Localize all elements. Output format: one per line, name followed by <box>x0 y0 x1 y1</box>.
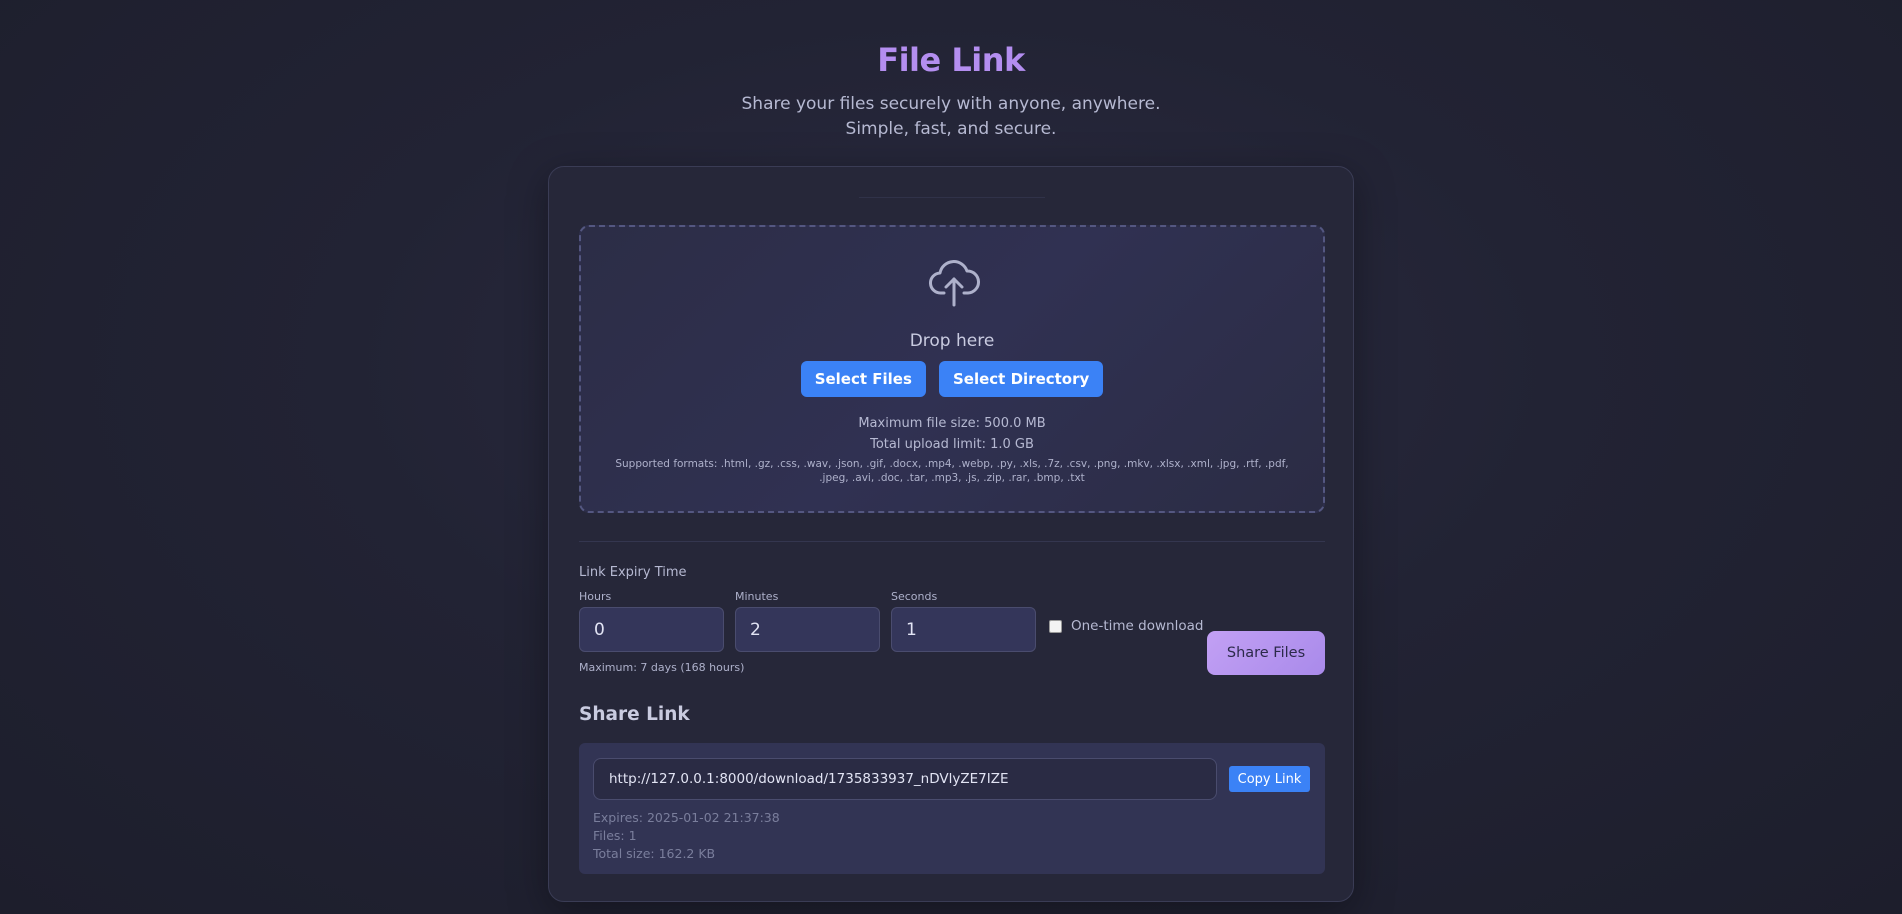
page-title: File Link <box>877 41 1025 79</box>
drop-label: Drop here <box>909 331 995 351</box>
page-header: File Link Share your files securely with… <box>0 38 1902 142</box>
total-upload-limit: Total upload limit: 1.0 GB <box>870 437 1034 452</box>
total-size-text: Total size: 162.2 KB <box>593 846 716 861</box>
share-link-heading: Share Link <box>579 704 690 725</box>
supported-formats: Supported formats: .html, .gz, .css, .wa… <box>615 458 1289 484</box>
share-link-box: Copy Link Expires: 2025-01-02 21:37:38 F… <box>579 743 1325 874</box>
section-divider <box>579 541 1325 542</box>
seconds-field-group: Seconds <box>891 590 1036 652</box>
share-link-input[interactable] <box>593 758 1217 800</box>
max-expiry-note: Maximum: 7 days (168 hours) <box>579 661 745 674</box>
minutes-label: Minutes <box>735 590 779 603</box>
expiry-title: Link Expiry Time <box>579 565 687 580</box>
one-time-download-option[interactable]: One-time download <box>1049 618 1203 634</box>
minutes-field-group: Minutes <box>735 590 880 652</box>
cloud-upload-icon <box>929 260 980 307</box>
hours-field-group: Hours <box>579 590 724 652</box>
share-files-button[interactable]: Share Files <box>1207 631 1325 675</box>
expires-text: Expires: 2025-01-02 21:37:38 <box>593 810 780 825</box>
hours-input[interactable] <box>579 607 724 652</box>
card-divider-top <box>859 197 1045 198</box>
copy-link-button[interactable]: Copy Link <box>1229 766 1310 792</box>
files-count-text: Files: 1 <box>593 828 637 843</box>
hours-label: Hours <box>579 590 612 603</box>
one-time-download-checkbox[interactable] <box>1049 619 1062 633</box>
one-time-download-label: One-time download <box>1071 618 1204 634</box>
select-directory-button[interactable]: Select Directory <box>939 361 1104 397</box>
seconds-label: Seconds <box>891 590 938 603</box>
max-file-size: Maximum file size: 500.0 MB <box>858 416 1046 431</box>
seconds-input[interactable] <box>891 607 1036 652</box>
minutes-input[interactable] <box>735 607 880 652</box>
drop-buttons: Select Files Select Directory <box>581 361 1323 397</box>
page-subtitle: Share your files securely with anyone, a… <box>741 94 1161 139</box>
drop-zone[interactable]: Drop here Select Files Select Directory … <box>579 225 1325 513</box>
upload-limits: Maximum file size: 500.0 MB Total upload… <box>581 413 1323 455</box>
select-files-button[interactable]: Select Files <box>800 361 926 397</box>
upload-card: Drop here Select Files Select Directory … <box>548 166 1354 902</box>
share-link-meta: Expires: 2025-01-02 21:37:38 Files: 1 To… <box>593 809 780 863</box>
